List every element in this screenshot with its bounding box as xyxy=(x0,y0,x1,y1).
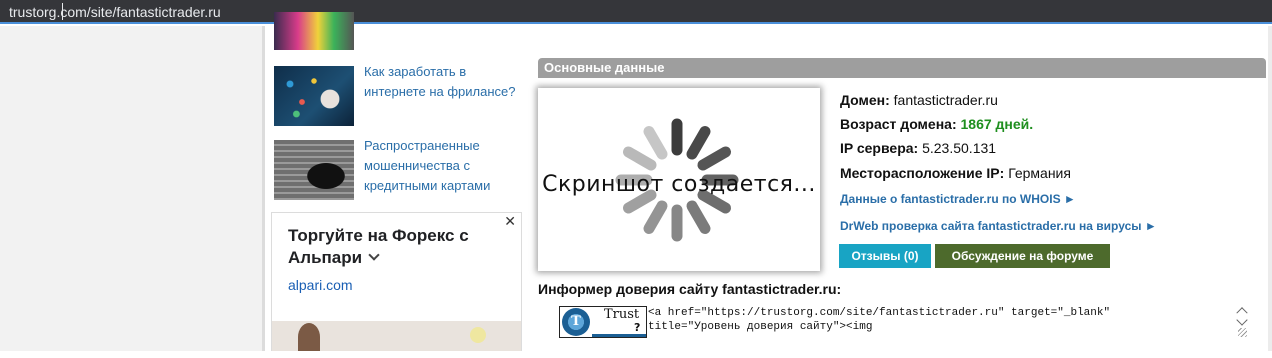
forum-button[interactable]: Обсуждение на форуме xyxy=(935,244,1110,268)
trust-badge[interactable]: T Trust ? xyxy=(559,306,647,338)
ad-image-person xyxy=(298,323,320,351)
trust-badge-bar xyxy=(592,334,646,337)
spinner-petal xyxy=(643,200,668,234)
page-content: Как заработать в интернете на фрилансе? … xyxy=(0,12,1272,351)
trust-badge-question: ? xyxy=(634,321,641,334)
info-ip-value: 5.23.50.131 xyxy=(922,140,997,156)
info-location-value: Германия xyxy=(1008,165,1071,181)
ad-image[interactable] xyxy=(272,303,521,351)
info-location-label: Месторасположение IP: xyxy=(840,165,1005,181)
resize-grip-icon[interactable] xyxy=(1238,328,1247,337)
address-bar[interactable]: trustorg.com/site/fantastictrader.ru xyxy=(0,0,1272,24)
spinner-petal xyxy=(623,146,657,171)
whois-link[interactable]: Данные о fantastictrader.ru по WHOIS ► xyxy=(840,192,1076,206)
url-text[interactable]: trustorg.com/site/fantastictrader.ru xyxy=(9,4,221,20)
section-header: Основные данные xyxy=(538,58,1266,78)
informer-title: Информер доверия сайту fantastictrader.r… xyxy=(538,281,842,297)
spinner-petal xyxy=(686,200,711,234)
chevron-down-icon[interactable] xyxy=(368,249,380,261)
ad-block[interactable]: ✕ Торгуйте на Форекс с Альпари alpari.co… xyxy=(271,212,522,351)
article-thumbnail-freelance[interactable] xyxy=(274,66,354,126)
gutter-divider xyxy=(262,26,265,351)
text-caret xyxy=(62,3,63,20)
trust-logo-icon: T xyxy=(562,308,590,336)
code-line-1: <a href="https://trustorg.com/site/fanta… xyxy=(648,307,1111,319)
info-age-value: 1867 дней. xyxy=(960,116,1034,132)
site-screenshot-placeholder: Скриншот создается... xyxy=(538,88,820,271)
info-age-label: Возраст домена: xyxy=(840,116,957,132)
reviews-button[interactable]: Отзывы (0) xyxy=(839,244,931,268)
ad-domain-link[interactable]: alpari.com xyxy=(288,277,353,293)
ad-image-lamp xyxy=(470,327,486,343)
article-thumbnail-fraud[interactable] xyxy=(274,140,354,200)
right-edge xyxy=(1268,26,1272,351)
scroll-down-icon[interactable] xyxy=(1236,314,1248,326)
article-link-fraud[interactable]: Распространенные мошенничества с кредитн… xyxy=(364,136,524,196)
article-thumbnail-top[interactable] xyxy=(274,12,354,50)
info-location: Месторасположение IP: Германия xyxy=(840,165,1071,181)
info-domain-label: Домен: xyxy=(840,92,890,108)
info-domain: Домен: fantastictrader.ru xyxy=(840,92,998,108)
close-icon[interactable]: ✕ xyxy=(504,213,516,230)
spinner-petal xyxy=(686,126,711,160)
spinner-petal xyxy=(697,146,731,171)
info-ip: IP сервера: 5.23.50.131 xyxy=(840,140,996,156)
textarea-resize[interactable] xyxy=(1236,328,1248,358)
info-ip-label: IP сервера: xyxy=(840,140,919,156)
drweb-link[interactable]: DrWeb проверка сайта fantastictrader.ru … xyxy=(840,219,1157,233)
ad-title-text[interactable]: Торгуйте на Форекс с Альпари xyxy=(288,226,469,267)
screenshot-status-text: Скриншот создается... xyxy=(542,172,816,197)
left-gutter xyxy=(0,26,262,351)
article-link-freelance[interactable]: Как заработать в интернете на фрилансе? xyxy=(364,62,524,102)
ad-title[interactable]: Торгуйте на Форекс с Альпари xyxy=(288,225,498,269)
code-line-2: title="Уровень доверия сайту"><img xyxy=(648,321,873,333)
informer-code-textarea[interactable]: <a href="https://trustorg.com/site/fanta… xyxy=(648,306,1248,346)
info-age: Возраст домена: 1867 дней. xyxy=(840,116,1033,132)
trust-badge-label: Trust xyxy=(604,307,640,322)
info-domain-value: fantastictrader.ru xyxy=(893,92,998,108)
spinner-petal xyxy=(643,126,668,160)
